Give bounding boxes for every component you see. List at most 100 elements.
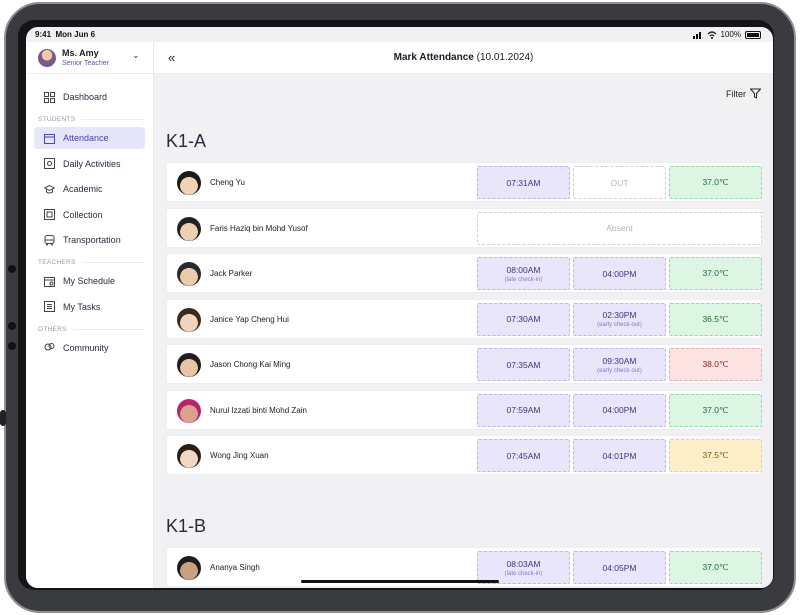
student-avatar: [177, 556, 201, 580]
temperature-cell[interactable]: 37.0℃: [669, 393, 762, 427]
check-out-time: 04:05PM: [602, 562, 637, 573]
student-avatar: [177, 398, 201, 423]
student-avatar: [177, 307, 201, 332]
student-avatar: [177, 262, 201, 286]
temperature-value: 37.5℃: [702, 450, 729, 460]
section-students: STUDENTS: [38, 116, 145, 123]
class-heading: K1-A: [166, 131, 207, 151]
status-date: Mon Jun 6: [55, 30, 96, 39]
check-in-note: (late check-in): [504, 570, 543, 577]
check-in-cell[interactable]: 07:45AM: [477, 439, 570, 472]
sidebar: Ms. Amy Senior Teacher ⌄ Dashboard STUDE…: [26, 42, 154, 588]
check-in-time: 08:00AM: [506, 264, 541, 275]
student-row[interactable]: Cheng Yu 07:31AM OUT 37.0℃: [166, 162, 762, 202]
sidebar-item-dashboard[interactable]: Dashboard: [34, 86, 145, 108]
sidebar-item-collection[interactable]: Collection: [34, 204, 145, 226]
sidebar-item-my-schedule[interactable]: My Schedule: [34, 270, 145, 292]
community-icon: [44, 342, 55, 353]
student-name: Nurul Izzati binti Mohd Zain: [210, 405, 307, 415]
sidebar-item-label: Transportation: [63, 235, 121, 245]
student-name: Jason Chong Kai Ming: [210, 360, 291, 369]
student-row[interactable]: Wong Jing Xuan 07:45AM 04:01PM 37.5℃: [166, 435, 762, 475]
student-avatar: [177, 444, 201, 468]
temperature-cell[interactable]: 37.0℃: [669, 166, 762, 199]
check-in-cell[interactable]: 08:00AM (late check-in): [477, 257, 570, 290]
profile-switcher[interactable]: Ms. Amy Senior Teacher ⌄: [26, 42, 153, 74]
home-indicator: [301, 580, 499, 583]
temperature-cell[interactable]: 37.0℃: [669, 551, 762, 584]
check-out-cell[interactable]: 04:05PM: [573, 551, 666, 584]
student-name: Cheng Yu: [210, 178, 245, 187]
signal-icon: [692, 31, 701, 39]
check-out-note: (early check-out): [597, 322, 642, 328]
student-name: Ananya Singh: [210, 563, 260, 572]
check-out-note: (early check-out): [597, 367, 642, 374]
absent-cell[interactable]: Absent: [477, 211, 762, 245]
temperature-value: 37.0℃: [702, 404, 729, 415]
profile-role: Senior Teacher: [62, 60, 109, 67]
temperature-cell[interactable]: 37.5℃: [669, 439, 762, 472]
check-out-cell[interactable]: 04:01PM: [573, 439, 666, 472]
sidebar-item-label: Daily Activities: [63, 158, 121, 169]
check-out-time: 04:00PM: [602, 268, 637, 279]
student-row[interactable]: Nurul Izzati binti Mohd Zain 07:59AM 04:00…: [166, 389, 762, 430]
chevron-down-icon[interactable]: ⌄: [132, 50, 140, 61]
main-content: « Mark Attendance (10.01.2024) Filter K1…: [154, 42, 773, 588]
student-avatar: [177, 171, 201, 195]
check-out-time: 04:00PM: [602, 405, 637, 415]
sidebar-item-daily-activities[interactable]: Daily Activities: [34, 153, 145, 175]
check-out-cell[interactable]: 09:30AM (early check-out): [573, 348, 666, 381]
sidebar-item-label: My Tasks: [63, 301, 101, 312]
activity-icon: [44, 158, 55, 169]
sidebar-item-community[interactable]: Community: [34, 337, 145, 359]
status-bar: 9:41 Mon Jun 6 100%: [26, 27, 773, 42]
student-name: Faris Haziq bin Mohd Yusof: [210, 223, 308, 233]
page-title-date: (10.01.2024): [476, 52, 534, 63]
sensor: [8, 342, 16, 350]
student-name: Janice Yap Cheng Hui: [210, 314, 289, 324]
temperature-value: 36.5℃: [702, 313, 729, 324]
check-in-cell[interactable]: 07:35AM: [477, 348, 570, 381]
tasks-icon: [44, 301, 55, 312]
student-row[interactable]: Jason Chong Kai Ming 07:35AM 09:30AM (early…: [166, 344, 762, 384]
bus-icon: [44, 234, 55, 246]
check-in-time: 08:03AM: [506, 558, 541, 569]
sidebar-item-label: Community: [63, 342, 109, 353]
student-row[interactable]: Janice Yap Cheng Hui 07:30AM 02:30PM (early…: [166, 298, 762, 339]
sidebar-item-transportation[interactable]: Transportation: [34, 229, 145, 251]
collection-icon: [44, 209, 55, 220]
profile-name: Ms. Amy: [62, 48, 99, 58]
absent-label: Absent: [606, 223, 633, 233]
status-time: 9:41: [35, 30, 52, 39]
check-out-cell[interactable]: OUT: [573, 166, 666, 199]
section-others: OTHERS: [38, 326, 145, 333]
check-in-cell[interactable]: 07:30AM: [477, 302, 570, 336]
sidebar-item-label: Academic: [63, 184, 103, 194]
student-name: Jack Parker: [210, 269, 253, 278]
check-out-cell[interactable]: 02:30PM (early check-out): [573, 302, 666, 336]
student-row[interactable]: Faris Haziq bin Mohd Yusof Absent: [166, 207, 762, 248]
check-out-time: 04:01PM: [602, 450, 637, 461]
temperature-cell[interactable]: 37.0℃: [669, 257, 762, 290]
check-in-time: 07:35AM: [506, 359, 541, 370]
check-out-time: 09:30AM: [602, 355, 637, 366]
sensor: [8, 322, 16, 330]
grid-icon: [44, 91, 55, 103]
volume-button: [0, 410, 6, 426]
check-in-cell[interactable]: 07:59AM: [477, 393, 570, 427]
sidebar-item-academic[interactable]: Academic: [34, 178, 145, 200]
sidebar-item-attendance[interactable]: Attendance: [34, 127, 145, 149]
check-out-cell[interactable]: 04:00PM: [573, 257, 666, 290]
class-heading: K1-B: [166, 516, 207, 536]
check-out-cell[interactable]: 04:00PM: [573, 393, 666, 427]
top-bar: « Mark Attendance (10.01.2024): [154, 42, 773, 74]
temperature-cell[interactable]: 36.5℃: [669, 302, 762, 336]
student-row[interactable]: Jack Parker 08:00AM (late check-in) 04:00PM…: [166, 253, 762, 293]
sidebar-nav: Dashboard STUDENTS Attendance Daily Acti…: [26, 74, 153, 359]
sidebar-item-label: Collection: [63, 209, 103, 220]
temperature-cell[interactable]: 38.0℃: [669, 348, 762, 381]
sidebar-item-my-tasks[interactable]: My Tasks: [34, 296, 145, 318]
check-in-cell[interactable]: 07:31AM: [477, 166, 570, 199]
check-in-time: 07:45AM: [506, 450, 541, 461]
filter-button[interactable]: Filter: [726, 88, 761, 99]
